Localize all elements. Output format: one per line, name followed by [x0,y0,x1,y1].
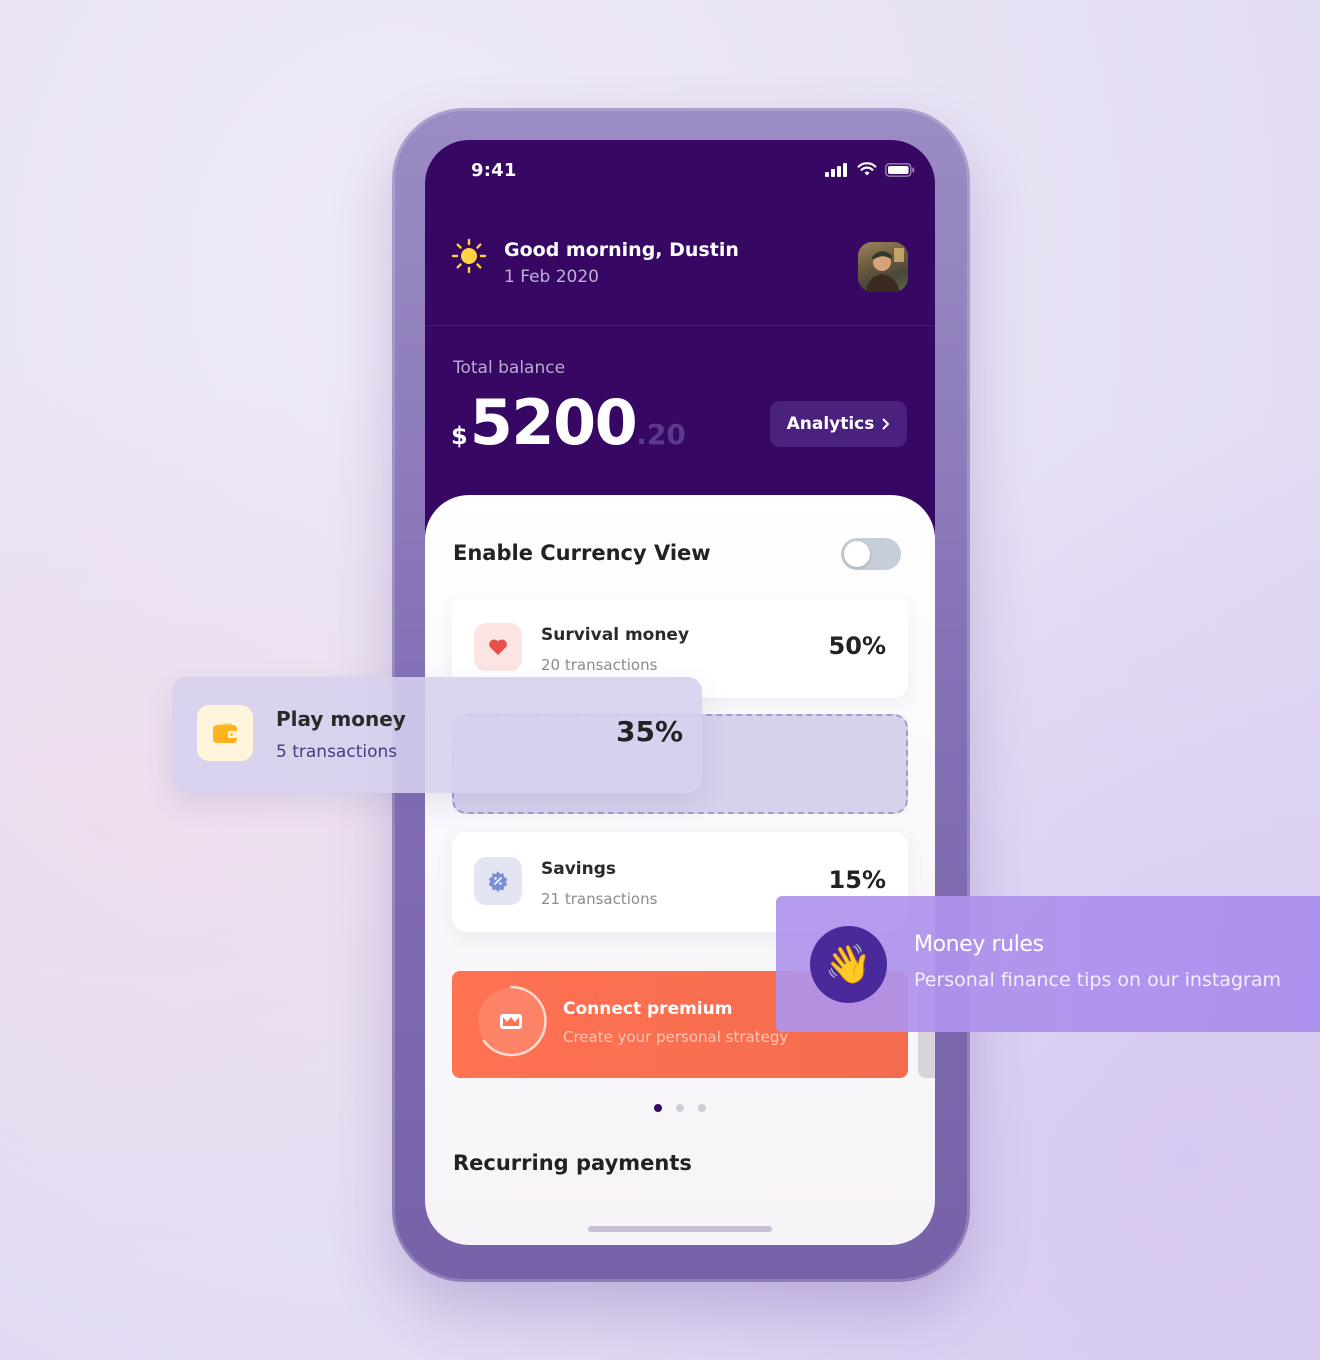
tip-subtitle: Personal finance tips on our instagram [914,969,1281,991]
currency-view-label: Enable Currency View [453,541,711,565]
status-time: 9:41 [471,160,517,181]
balance-main: 5200 [469,386,638,459]
tip-title: Money rules [914,932,1044,957]
recurring-payments-title: Recurring payments [453,1151,692,1175]
category-percent: 50% [828,632,886,660]
balance-label: Total balance [453,358,566,378]
content-sheet: Enable Currency View Survival money 20 t… [425,495,935,1245]
greeting-date: 1 Feb 2020 [504,267,599,287]
category-transactions: 5 transactions [276,742,398,762]
avatar-photo-icon [858,242,908,292]
balance-amount: $ 5200 .20 [451,386,686,459]
home-indicator[interactable] [588,1226,772,1232]
carousel-dot[interactable] [698,1104,706,1112]
greeting-header: Good morning, Dustin 1 Feb 2020 [425,230,935,326]
wallet-icon [197,705,253,761]
waving-hand-icon: 👋 [810,926,887,1003]
category-name: Savings [541,859,617,879]
category-name: Play money [276,707,406,731]
status-icons [825,162,915,177]
greeting-title: Good morning, Dustin [504,239,739,261]
category-percent: 15% [828,866,886,894]
balance-currency: $ [451,422,468,450]
carousel-dot[interactable] [676,1104,684,1112]
avatar[interactable] [858,242,908,292]
chevron-right-icon [882,418,890,430]
sun-icon [451,238,487,274]
toggle-knob [844,541,870,567]
currency-view-toggle[interactable] [841,538,901,570]
category-percent: 35% [616,715,684,748]
carousel-dot[interactable] [654,1104,662,1112]
carousel-dots [654,1104,706,1112]
money-rules-tip[interactable]: 👋 Money rules Personal finance tips on o… [776,896,1320,1032]
battery-icon [885,162,915,177]
category-transactions: 20 transactions [541,656,658,674]
category-transactions: 21 transactions [541,890,658,908]
balance-cents: .20 [636,418,686,451]
analytics-button[interactable]: Analytics [770,401,907,447]
category-name: Survival money [541,625,690,645]
premium-title: Connect premium [563,999,733,1019]
signal-icon [825,162,847,177]
gear-badge-icon [474,857,522,905]
wifi-icon [857,162,877,176]
heart-icon [474,623,522,671]
premium-subtitle: Create your personal strategy [563,1028,789,1046]
crown-icon [500,1014,522,1029]
analytics-button-label: Analytics [786,414,875,434]
category-card-play-dragging[interactable]: Play money 5 transactions 35% [172,677,702,793]
status-bar: 9:41 [425,140,935,204]
